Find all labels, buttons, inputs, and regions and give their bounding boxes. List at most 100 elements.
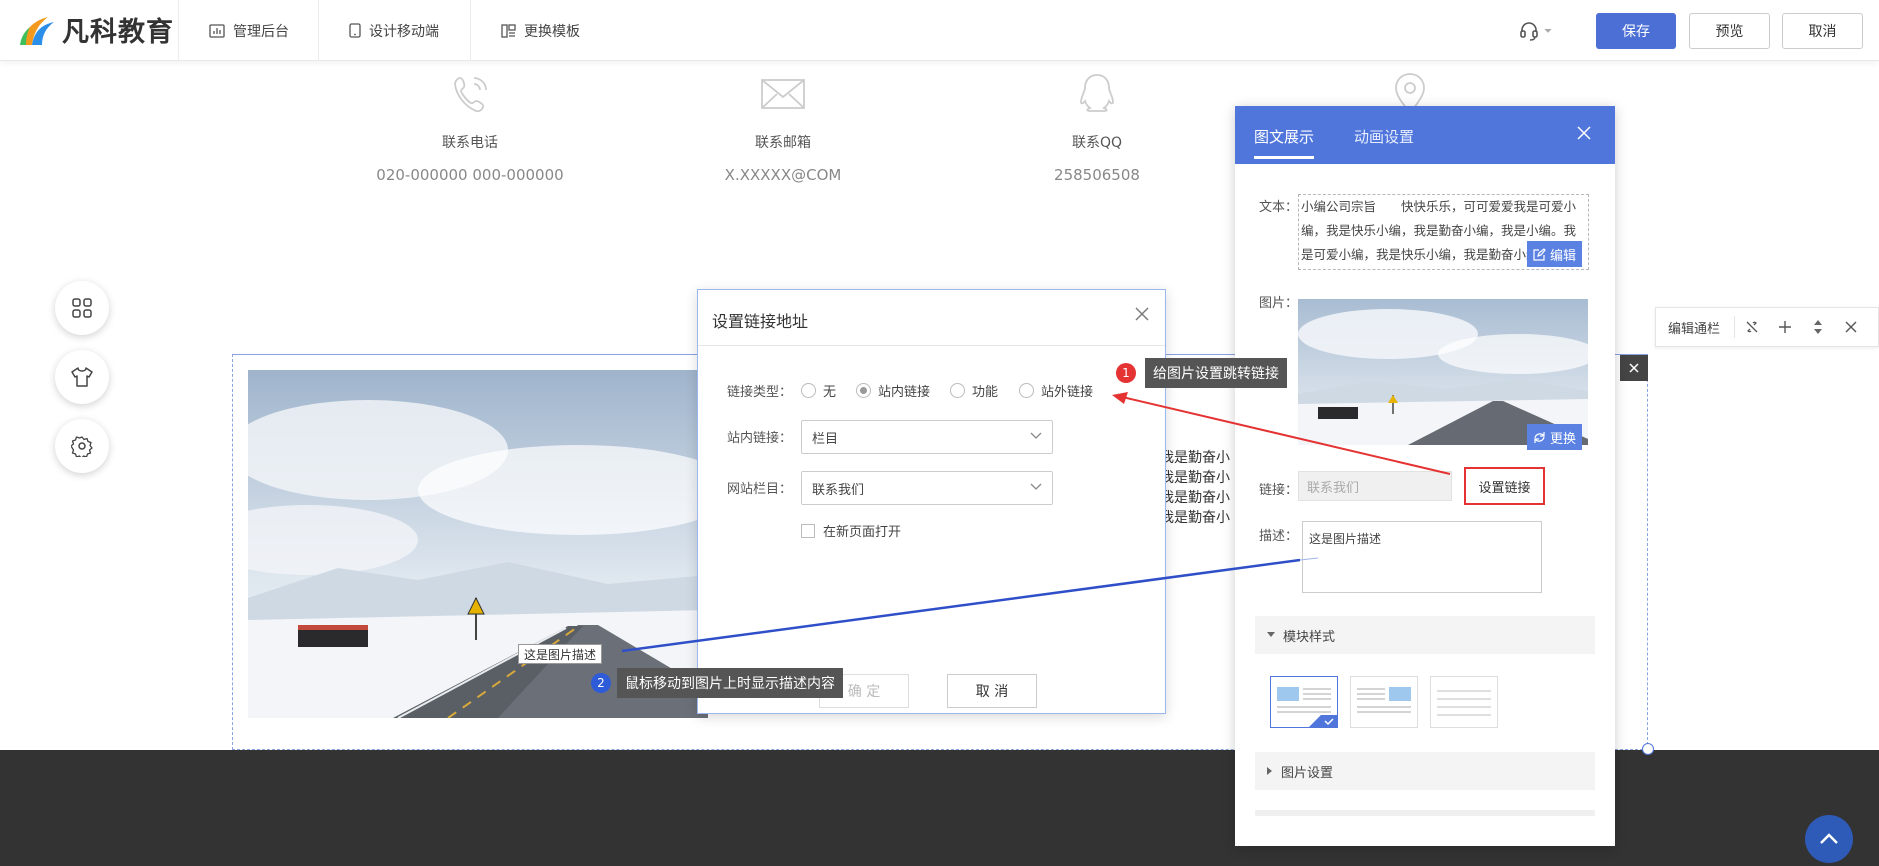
preview-button[interactable]: 预览 [1689, 13, 1770, 49]
body-text-line: 我是勤奋小 [1160, 470, 1230, 486]
gear-icon [71, 436, 93, 457]
caret-right-icon [1267, 767, 1272, 775]
contact-phone: 联系电话 020-000000 000-000000 [360, 70, 580, 184]
section-close-button[interactable] [1620, 355, 1648, 381]
nav-template-label: 更换模板 [524, 23, 580, 40]
radio-function-label: 功能 [972, 385, 999, 400]
theme-button[interactable] [55, 350, 109, 404]
top-bar: 凡科教育 管理后台 设计移动端 更换模板 保存 预览 取消 [0, 0, 1879, 61]
internal-link-select[interactable]: 栏目 [801, 420, 1053, 454]
image-description-tooltip: 这是图片描述 [518, 644, 603, 664]
style-option-text-only[interactable] [1430, 676, 1498, 728]
layout-thumb [1357, 687, 1411, 713]
replace-label: 更换 [1550, 431, 1577, 447]
settings-button[interactable] [55, 419, 109, 473]
image-settings-label: 图片设置 [1281, 765, 1334, 781]
grid-icon [72, 298, 92, 318]
internal-link-value: 栏目 [812, 431, 839, 447]
new-page-label: 在新页面打开 [823, 525, 902, 540]
refresh-icon [1534, 431, 1545, 443]
body-text-line: 我是勤奋小 [1160, 510, 1230, 526]
contact-phone-value: 020-000000 000-000000 [376, 166, 564, 184]
shirt-icon [71, 367, 93, 387]
move-icon[interactable] [1801, 319, 1834, 335]
replace-image-button[interactable]: 更换 [1527, 424, 1583, 450]
nav-admin[interactable]: 管理后台 [178, 0, 318, 61]
internal-link-label: 站内链接： [727, 431, 793, 446]
tab-animation[interactable]: 动画设置 [1354, 126, 1414, 147]
close-icon [1629, 363, 1639, 373]
link-label: 链接： [1259, 483, 1299, 498]
nav-template[interactable]: 更换模板 [470, 0, 620, 61]
support-menu[interactable] [1518, 20, 1552, 42]
style-option-right-image[interactable] [1350, 676, 1418, 728]
template-icon [501, 23, 516, 38]
navbar-toolbar: 编辑通栏 [1655, 307, 1879, 347]
step2-tooltip: 鼠标移动到图片上时显示描述内容 [617, 668, 843, 698]
radio-none[interactable]: 无 [801, 381, 836, 400]
site-column-label: 网站栏目： [727, 482, 793, 497]
unlink-icon[interactable] [1735, 320, 1768, 334]
mobile-icon [349, 23, 361, 38]
module-style-section[interactable]: 模块样式 [1255, 616, 1595, 654]
image-label: 图片： [1259, 296, 1299, 311]
section-photo[interactable] [248, 370, 708, 718]
dialog-cancel-button[interactable]: 取 消 [947, 674, 1037, 708]
new-page-checkbox[interactable]: 在新页面打开 [801, 521, 901, 540]
nav-mobile-label: 设计移动端 [369, 23, 439, 40]
qq-icon [1080, 74, 1114, 112]
text-label: 文本： [1259, 200, 1299, 215]
tab-graphic-display[interactable]: 图文展示 [1254, 126, 1315, 159]
close-icon[interactable] [1834, 321, 1867, 333]
caret-down-icon [1544, 28, 1552, 33]
module-style-label: 模块样式 [1283, 629, 1336, 645]
section-body-text[interactable]: 我是勤奋小 我是勤奋小 我是勤奋小 我是勤奋小 [1160, 448, 1232, 528]
modules-button[interactable] [55, 281, 109, 335]
radio-external-label: 站外链接 [1041, 385, 1094, 400]
graphic-settings-panel: 图文展示 动画设置 文本： 小编公司宗旨 快快乐乐，可可爱爱我是可爱小编，我是快… [1235, 106, 1615, 846]
style-option-left-image[interactable] [1270, 676, 1338, 728]
layout-thumb [1437, 690, 1491, 716]
site-column-select[interactable]: 联系我们 [801, 471, 1053, 505]
nav-admin-label: 管理后台 [233, 23, 289, 40]
save-button[interactable]: 保存 [1596, 13, 1676, 49]
cancel-button[interactable]: 取消 [1782, 13, 1863, 49]
desc-label: 描述： [1259, 529, 1299, 544]
contact-qq-label: 联系QQ [1071, 135, 1123, 151]
contact-qq: 联系QQ 258506508 [987, 70, 1207, 184]
scroll-top-button[interactable] [1805, 815, 1853, 863]
resize-handle[interactable] [1642, 743, 1654, 755]
chevron-up-icon [1820, 833, 1838, 844]
mail-icon [761, 79, 805, 109]
radio-external[interactable]: 站外链接 [1019, 381, 1093, 400]
set-link-button[interactable]: 设置链接 [1464, 467, 1545, 505]
logo-icon [20, 16, 54, 45]
edit-text-button[interactable]: 编辑 [1527, 241, 1583, 267]
headset-icon [1520, 22, 1538, 41]
link-field[interactable]: 联系我们 [1298, 471, 1452, 501]
radio-function[interactable]: 功能 [950, 381, 998, 400]
plus-icon[interactable] [1768, 320, 1801, 334]
contact-email-label: 联系邮箱 [755, 135, 811, 151]
caret-down-icon [1267, 632, 1275, 637]
description-field[interactable]: 这是图片描述 [1302, 521, 1542, 593]
step2-badge: 2 [591, 673, 611, 693]
image-settings-section[interactable]: 图片设置 [1255, 752, 1595, 790]
close-icon[interactable] [1577, 126, 1591, 140]
close-icon[interactable] [1134, 306, 1150, 322]
layout-thumb [1277, 687, 1337, 727]
contact-email-value: X.XXXXX@COM [724, 166, 842, 184]
divider [1255, 810, 1595, 816]
phone-icon [454, 77, 487, 113]
chevron-down-icon [1030, 483, 1042, 490]
radio-internal[interactable]: 站内链接 [856, 381, 930, 400]
logo[interactable]: 凡科教育 [18, 10, 174, 49]
body-text-line: 我是勤奋小 [1160, 450, 1230, 466]
body-text-line: 我是勤奋小 [1160, 490, 1230, 506]
divider [698, 345, 1165, 346]
nav-mobile[interactable]: 设计移动端 [318, 0, 470, 61]
link-type-label: 链接类型： [727, 385, 793, 400]
edit-navbar-button[interactable]: 编辑通栏 [1656, 316, 1736, 338]
site-column-value: 联系我们 [812, 482, 865, 498]
contact-phone-label: 联系电话 [442, 135, 498, 151]
